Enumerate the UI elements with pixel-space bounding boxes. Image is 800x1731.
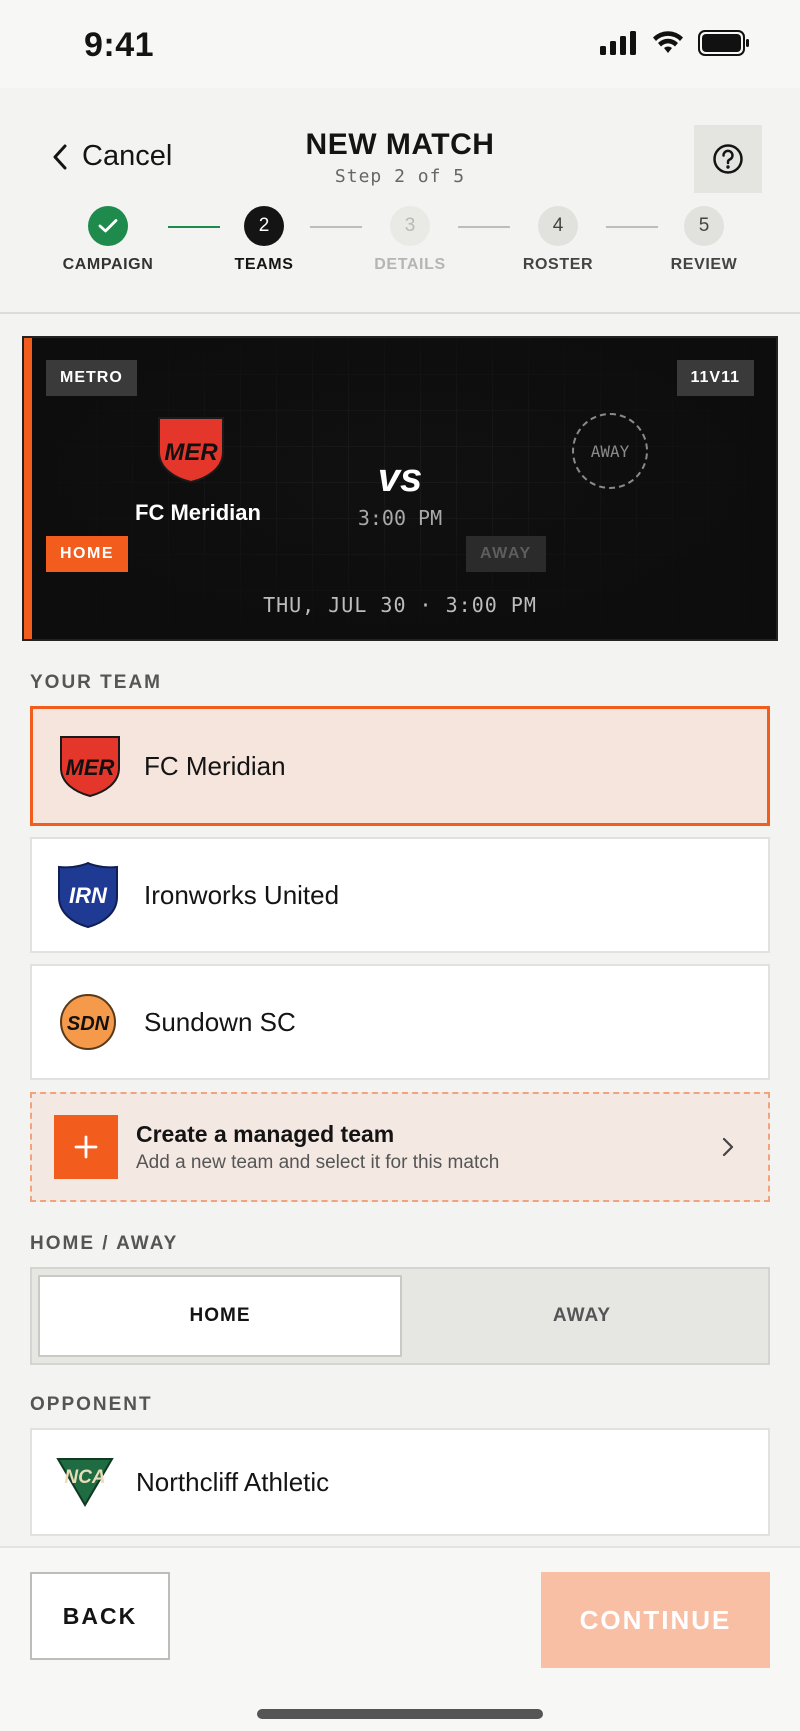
match-preview-card: METRO 11V11 MER FC Meridian vs 3:00 PM A…	[22, 336, 778, 641]
opponent-label: OPPONENT	[30, 1394, 153, 1415]
away-option[interactable]: AWAY	[402, 1275, 762, 1357]
step-label: REVIEW	[670, 256, 738, 273]
create-team-text: Create a managed team Add a new team and…	[136, 1121, 722, 1174]
team-crest-ironworks: IRN	[58, 861, 118, 929]
team-name: Ironworks United	[144, 879, 340, 910]
home-option[interactable]: HOME	[38, 1275, 402, 1357]
status-time: 9:41	[84, 26, 155, 64]
chevron-right-icon	[722, 1137, 734, 1157]
crest-text: SDN	[67, 1013, 110, 1035]
opponent-selector[interactable]: NCA Northcliff Athletic	[30, 1428, 770, 1536]
footer-bar: BACK CONTINUE	[0, 1546, 800, 1731]
step-done-circle	[88, 206, 128, 246]
away-badge: AWAY	[466, 536, 546, 572]
help-icon	[713, 144, 743, 174]
step-number: 5	[684, 206, 724, 246]
page-subtitle: Step 2 of 5	[334, 166, 466, 187]
home-badge: HOME	[46, 536, 128, 572]
back-button[interactable]: BACK	[30, 1572, 170, 1660]
league-badge: METRO	[46, 360, 137, 396]
format-badge: 11V11	[676, 360, 754, 396]
match-date: THU, JUL 30 · 3:00 PM	[263, 593, 537, 617]
page-title: NEW MATCH	[305, 128, 495, 161]
continue-button[interactable]: CONTINUE	[541, 1572, 770, 1668]
status-icons	[600, 30, 750, 56]
team-crest-sundown: SDN	[60, 994, 116, 1050]
stepper: CAMPAIGN 2 TEAMS 3 DETAILS 4 ROSTER 5 RE…	[0, 206, 800, 286]
checkmark-icon	[98, 219, 118, 233]
team-name: FC Meridian	[144, 750, 286, 781]
vs-label: vs	[377, 456, 423, 500]
step-details: 3 DETAILS	[340, 206, 480, 274]
step-label: TEAMS	[234, 256, 294, 273]
step-number: 4	[538, 206, 578, 246]
home-indicator	[257, 1709, 543, 1719]
step-label: ROSTER	[522, 256, 594, 273]
team-crest-meridian: MER	[60, 736, 120, 798]
team-option-sundown-sc[interactable]: SDN Sundown SC	[30, 964, 770, 1080]
away-team-placeholder: AWAY	[572, 413, 648, 489]
step-campaign[interactable]: CAMPAIGN	[38, 206, 178, 274]
step-number: 2	[244, 206, 284, 246]
home-away-toggle: HOME AWAY	[30, 1267, 770, 1365]
help-button[interactable]	[694, 125, 762, 193]
step-roster[interactable]: 4 ROSTER	[488, 206, 628, 274]
status-bar: 9:41	[0, 0, 800, 88]
crest-text: IRN	[69, 883, 108, 908]
add-team-icon-box	[54, 1115, 118, 1179]
opponent-crest: NCA	[56, 1458, 114, 1507]
match-time: 3:00 PM	[357, 506, 443, 530]
step-teams[interactable]: 2 TEAMS	[194, 206, 334, 274]
step-label: CAMPAIGN	[62, 256, 154, 273]
signal-icon	[600, 31, 636, 55]
crest-text: NCA	[64, 1467, 105, 1488]
step-number: 3	[390, 206, 430, 246]
step-review[interactable]: 5 REVIEW	[634, 206, 774, 274]
your-team-label: YOUR TEAM	[30, 672, 162, 693]
step-label: DETAILS	[374, 256, 446, 273]
wifi-icon	[653, 31, 683, 53]
plus-icon	[74, 1135, 98, 1159]
home-away-label: HOME / AWAY	[30, 1233, 179, 1254]
create-managed-team-button[interactable]: Create a managed team Add a new team and…	[30, 1092, 770, 1202]
opponent-name: Northcliff Athletic	[136, 1466, 330, 1497]
header: Cancel NEW MATCH Step 2 of 5 CAMPAIGN 2 …	[0, 88, 800, 314]
team-option-fc-meridian[interactable]: MER FC Meridian	[30, 706, 770, 826]
create-team-title: Create a managed team	[136, 1120, 395, 1147]
battery-icon	[698, 30, 749, 56]
team-name: Sundown SC	[144, 1006, 296, 1037]
create-team-subtitle: Add a new team and select it for this ma…	[136, 1151, 500, 1173]
team-option-ironworks-united[interactable]: IRN Ironworks United	[30, 837, 770, 953]
crest-text: MER	[66, 755, 115, 780]
